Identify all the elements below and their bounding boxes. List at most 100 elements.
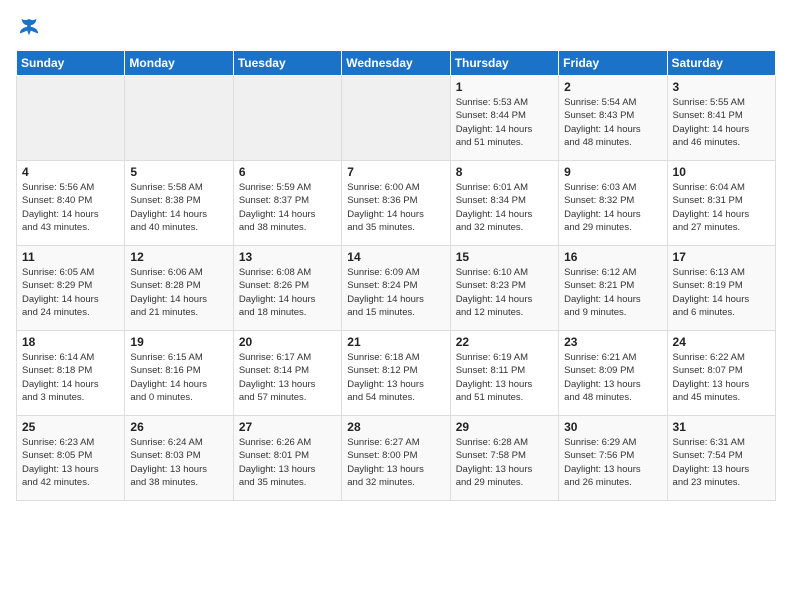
day-number: 28 bbox=[347, 420, 444, 434]
calendar-day-cell: 7Sunrise: 6:00 AM Sunset: 8:36 PM Daylig… bbox=[342, 161, 450, 246]
day-detail: Sunrise: 6:06 AM Sunset: 8:28 PM Dayligh… bbox=[130, 266, 227, 319]
day-detail: Sunrise: 6:27 AM Sunset: 8:00 PM Dayligh… bbox=[347, 436, 444, 489]
day-detail: Sunrise: 6:00 AM Sunset: 8:36 PM Dayligh… bbox=[347, 181, 444, 234]
day-number: 24 bbox=[673, 335, 770, 349]
calendar-day-header: Friday bbox=[559, 51, 667, 76]
day-number: 4 bbox=[22, 165, 119, 179]
calendar-day-cell: 18 Sunrise: 6:14 AM Sunset: 8:18 PM Dayli… bbox=[17, 331, 125, 416]
day-detail: Sunrise: 6:09 AM Sunset: 8:24 PM Dayligh… bbox=[347, 266, 444, 319]
day-number: 18 bbox=[22, 335, 119, 349]
day-detail: Sunrise: 6:18 AM Sunset: 8:12 PM Dayligh… bbox=[347, 351, 444, 404]
calendar-week-row: 1 Sunrise: 5:53 AM Sunset: 8:44 PM Daylig… bbox=[17, 76, 776, 161]
logo-text bbox=[16, 16, 40, 38]
calendar-day-cell: 16 Sunrise: 6:12 AM Sunset: 8:21 PM Dayli… bbox=[559, 246, 667, 331]
day-number: 8 bbox=[456, 165, 553, 179]
day-number: 31 bbox=[673, 420, 770, 434]
day-detail: Sunrise: 5:55 AM Sunset: 8:41 PM Dayligh… bbox=[673, 96, 770, 149]
day-detail: Sunrise: 6:03 AM Sunset: 8:32 PM Dayligh… bbox=[564, 181, 661, 234]
header bbox=[16, 16, 776, 38]
day-detail: Sunrise: 6:28 AM Sunset: 7:58 PM Dayligh… bbox=[456, 436, 553, 489]
day-detail: Sunrise: 6:29 AM Sunset: 7:56 PM Dayligh… bbox=[564, 436, 661, 489]
day-number: 27 bbox=[239, 420, 336, 434]
calendar-day-cell: 1 Sunrise: 5:53 AM Sunset: 8:44 PM Daylig… bbox=[450, 76, 558, 161]
day-detail: Sunrise: 6:22 AM Sunset: 8:07 PM Dayligh… bbox=[673, 351, 770, 404]
calendar-day-cell: 8 Sunrise: 6:01 AM Sunset: 8:34 PM Daylig… bbox=[450, 161, 558, 246]
day-detail: Sunrise: 6:04 AM Sunset: 8:31 PM Dayligh… bbox=[673, 181, 770, 234]
day-detail: Sunrise: 6:01 AM Sunset: 8:34 PM Dayligh… bbox=[456, 181, 553, 234]
calendar-day-cell: 23 Sunrise: 6:21 AM Sunset: 8:09 PM Dayli… bbox=[559, 331, 667, 416]
day-number: 25 bbox=[22, 420, 119, 434]
calendar-day-cell bbox=[233, 76, 341, 161]
day-number: 10 bbox=[673, 165, 770, 179]
calendar-day-cell bbox=[17, 76, 125, 161]
day-detail: Sunrise: 5:53 AM Sunset: 8:44 PM Dayligh… bbox=[456, 96, 553, 149]
day-detail: Sunrise: 5:58 AM Sunset: 8:38 PM Dayligh… bbox=[130, 181, 227, 234]
day-number: 1 bbox=[456, 80, 553, 94]
calendar-day-cell: 24 Sunrise: 6:22 AM Sunset: 8:07 PM Dayli… bbox=[667, 331, 775, 416]
day-number: 26 bbox=[130, 420, 227, 434]
day-number: 30 bbox=[564, 420, 661, 434]
calendar-day-header: Wednesday bbox=[342, 51, 450, 76]
calendar-day-cell: 6 Sunrise: 5:59 AM Sunset: 8:37 PM Daylig… bbox=[233, 161, 341, 246]
calendar-day-cell: 19Sunrise: 6:15 AM Sunset: 8:16 PM Dayli… bbox=[125, 331, 233, 416]
day-detail: Sunrise: 6:12 AM Sunset: 8:21 PM Dayligh… bbox=[564, 266, 661, 319]
calendar-day-cell: 26 Sunrise: 6:24 AM Sunset: 8:03 PM Dayli… bbox=[125, 416, 233, 501]
day-detail: Sunrise: 6:23 AM Sunset: 8:05 PM Dayligh… bbox=[22, 436, 119, 489]
day-detail: Sunrise: 5:56 AM Sunset: 8:40 PM Dayligh… bbox=[22, 181, 119, 234]
day-detail: Sunrise: 6:21 AM Sunset: 8:09 PM Dayligh… bbox=[564, 351, 661, 404]
calendar-day-cell: 12 Sunrise: 6:06 AM Sunset: 8:28 PM Dayli… bbox=[125, 246, 233, 331]
calendar-day-cell: 9Sunrise: 6:03 AM Sunset: 8:32 PM Daylig… bbox=[559, 161, 667, 246]
day-detail: Sunrise: 6:19 AM Sunset: 8:11 PM Dayligh… bbox=[456, 351, 553, 404]
calendar-week-row: 11 Sunrise: 6:05 AM Sunset: 8:29 PM Dayli… bbox=[17, 246, 776, 331]
day-number: 15 bbox=[456, 250, 553, 264]
day-number: 12 bbox=[130, 250, 227, 264]
day-detail: Sunrise: 6:14 AM Sunset: 8:18 PM Dayligh… bbox=[22, 351, 119, 404]
page-container: SundayMondayTuesdayWednesdayThursdayFrid… bbox=[0, 0, 792, 509]
calendar-day-header: Sunday bbox=[17, 51, 125, 76]
day-number: 19 bbox=[130, 335, 227, 349]
day-detail: Sunrise: 6:08 AM Sunset: 8:26 PM Dayligh… bbox=[239, 266, 336, 319]
day-detail: Sunrise: 5:59 AM Sunset: 8:37 PM Dayligh… bbox=[239, 181, 336, 234]
day-detail: Sunrise: 6:10 AM Sunset: 8:23 PM Dayligh… bbox=[456, 266, 553, 319]
day-number: 17 bbox=[673, 250, 770, 264]
calendar-day-cell bbox=[125, 76, 233, 161]
day-detail: Sunrise: 6:26 AM Sunset: 8:01 PM Dayligh… bbox=[239, 436, 336, 489]
day-number: 14 bbox=[347, 250, 444, 264]
day-detail: Sunrise: 6:31 AM Sunset: 7:54 PM Dayligh… bbox=[673, 436, 770, 489]
day-number: 5 bbox=[130, 165, 227, 179]
logo bbox=[16, 16, 40, 38]
calendar-day-header: Monday bbox=[125, 51, 233, 76]
calendar-day-cell: 27 Sunrise: 6:26 AM Sunset: 8:01 PM Dayli… bbox=[233, 416, 341, 501]
day-number: 22 bbox=[456, 335, 553, 349]
calendar-day-cell: 10 Sunrise: 6:04 AM Sunset: 8:31 PM Dayli… bbox=[667, 161, 775, 246]
calendar-day-cell: 30 Sunrise: 6:29 AM Sunset: 7:56 PM Dayli… bbox=[559, 416, 667, 501]
calendar-day-cell: 3 Sunrise: 5:55 AM Sunset: 8:41 PM Daylig… bbox=[667, 76, 775, 161]
day-number: 11 bbox=[22, 250, 119, 264]
calendar-week-row: 18 Sunrise: 6:14 AM Sunset: 8:18 PM Dayli… bbox=[17, 331, 776, 416]
calendar-day-cell: 28 Sunrise: 6:27 AM Sunset: 8:00 PM Dayli… bbox=[342, 416, 450, 501]
day-number: 16 bbox=[564, 250, 661, 264]
calendar-day-cell: 20Sunrise: 6:17 AM Sunset: 8:14 PM Dayli… bbox=[233, 331, 341, 416]
calendar-day-cell: 17Sunrise: 6:13 AM Sunset: 8:19 PM Dayli… bbox=[667, 246, 775, 331]
day-detail: Sunrise: 5:54 AM Sunset: 8:43 PM Dayligh… bbox=[564, 96, 661, 149]
calendar-header-row: SundayMondayTuesdayWednesdayThursdayFrid… bbox=[17, 51, 776, 76]
day-number: 23 bbox=[564, 335, 661, 349]
day-detail: Sunrise: 6:24 AM Sunset: 8:03 PM Dayligh… bbox=[130, 436, 227, 489]
calendar-day-cell: 15 Sunrise: 6:10 AM Sunset: 8:23 PM Dayli… bbox=[450, 246, 558, 331]
logo-bird-icon bbox=[18, 16, 40, 38]
calendar-day-cell: 11 Sunrise: 6:05 AM Sunset: 8:29 PM Dayli… bbox=[17, 246, 125, 331]
day-number: 20 bbox=[239, 335, 336, 349]
day-number: 13 bbox=[239, 250, 336, 264]
calendar-day-cell: 21Sunrise: 6:18 AM Sunset: 8:12 PM Dayli… bbox=[342, 331, 450, 416]
calendar-week-row: 25 Sunrise: 6:23 AM Sunset: 8:05 PM Dayli… bbox=[17, 416, 776, 501]
calendar-day-cell: 22 Sunrise: 6:19 AM Sunset: 8:11 PM Dayli… bbox=[450, 331, 558, 416]
calendar-day-cell: 14 Sunrise: 6:09 AM Sunset: 8:24 PM Dayli… bbox=[342, 246, 450, 331]
calendar-day-cell: 25 Sunrise: 6:23 AM Sunset: 8:05 PM Dayli… bbox=[17, 416, 125, 501]
calendar-week-row: 4 Sunrise: 5:56 AM Sunset: 8:40 PM Daylig… bbox=[17, 161, 776, 246]
calendar-day-header: Tuesday bbox=[233, 51, 341, 76]
day-detail: Sunrise: 6:05 AM Sunset: 8:29 PM Dayligh… bbox=[22, 266, 119, 319]
day-number: 6 bbox=[239, 165, 336, 179]
calendar-day-cell bbox=[342, 76, 450, 161]
calendar-table: SundayMondayTuesdayWednesdayThursdayFrid… bbox=[16, 50, 776, 501]
day-number: 3 bbox=[673, 80, 770, 94]
